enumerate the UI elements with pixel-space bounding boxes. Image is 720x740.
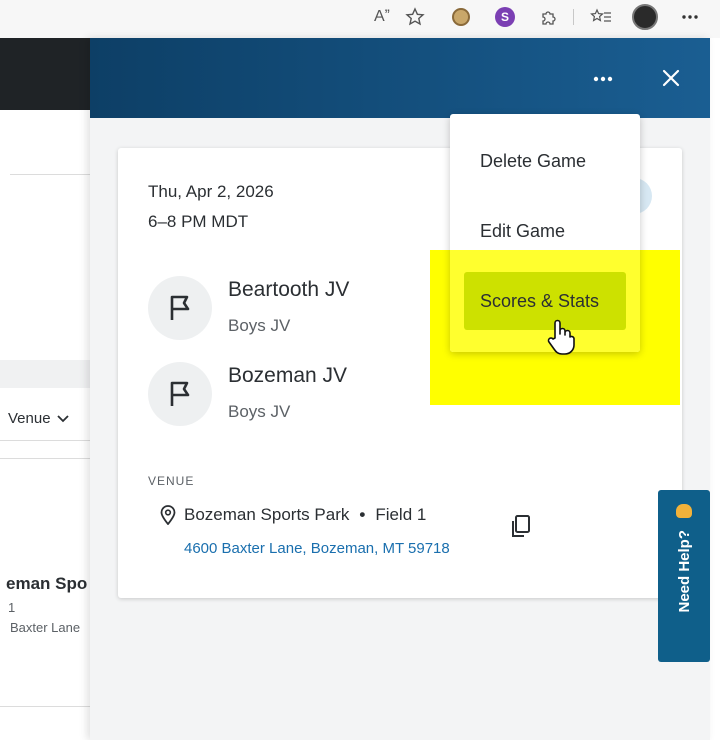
- need-help-label: Need Help?: [675, 530, 693, 613]
- divider: [10, 174, 90, 175]
- venue-address-link[interactable]: 4600 Baxter Lane, Bozeman, MT 59718: [184, 540, 450, 557]
- venue-name: Bozeman Sports Park: [184, 505, 350, 524]
- close-icon: [662, 69, 680, 87]
- background-row-number: 1: [8, 600, 16, 615]
- browser-more-icon[interactable]: [676, 4, 704, 30]
- location-pin-icon: [158, 504, 178, 526]
- venue-separator: •: [359, 505, 366, 524]
- need-help-button[interactable]: Need Help?: [658, 490, 710, 662]
- delete-game-menu-item[interactable]: Delete Game: [464, 132, 626, 190]
- hand-cursor-icon: [546, 318, 576, 356]
- chevron-down-icon: [56, 414, 69, 422]
- background-row-address: Baxter Lane: [10, 620, 81, 635]
- browser-toolbar: Aˮ S: [0, 0, 720, 38]
- more-dots-icon: [593, 76, 613, 82]
- divider: [0, 440, 90, 441]
- background-header: [0, 38, 90, 110]
- divider: [0, 458, 90, 459]
- team-level: Boys JV: [228, 316, 291, 335]
- background-row-name: eman Spo: [6, 574, 88, 593]
- game-time: 6–8 PM MDT: [148, 212, 249, 231]
- venue-row: Bozeman Sports Park • Field 1: [158, 504, 426, 526]
- drawer-header: [90, 38, 710, 118]
- extensions-puzzle-icon[interactable]: [536, 4, 562, 30]
- team-name: Bozeman JV: [228, 364, 348, 387]
- venue-label: VENUE: [148, 474, 195, 488]
- team-name: Beartooth JV: [228, 278, 350, 301]
- profile-avatar-icon[interactable]: [630, 4, 660, 30]
- flag-icon: [148, 276, 212, 340]
- favorite-star-icon[interactable]: [402, 4, 428, 30]
- team-level: Boys JV: [228, 402, 291, 421]
- read-aloud-icon[interactable]: Aˮ: [368, 4, 396, 30]
- flag-icon: [148, 362, 212, 426]
- more-options-button[interactable]: [588, 64, 618, 94]
- extension-icon[interactable]: [448, 4, 474, 30]
- scores-stats-menu-item[interactable]: Scores & Stats: [464, 272, 626, 330]
- game-date: Thu, Apr 2, 2026: [148, 182, 274, 201]
- waving-hand-icon: [676, 504, 692, 518]
- copy-icon[interactable]: [508, 514, 534, 542]
- toolbar-separator: [573, 9, 574, 25]
- extension-s-icon[interactable]: S: [492, 4, 518, 30]
- close-button[interactable]: [656, 62, 686, 94]
- divider: [0, 706, 90, 707]
- venue-field: Field 1: [375, 505, 427, 524]
- background-band: [0, 360, 90, 388]
- venue-filter-label: Venue: [8, 410, 51, 427]
- more-options-menu: Delete Game Edit Game Scores & Stats: [450, 114, 640, 352]
- favorites-list-icon[interactable]: [588, 4, 614, 30]
- edit-game-menu-item[interactable]: Edit Game: [464, 202, 626, 260]
- venue-filter-dropdown[interactable]: Venue: [8, 410, 69, 427]
